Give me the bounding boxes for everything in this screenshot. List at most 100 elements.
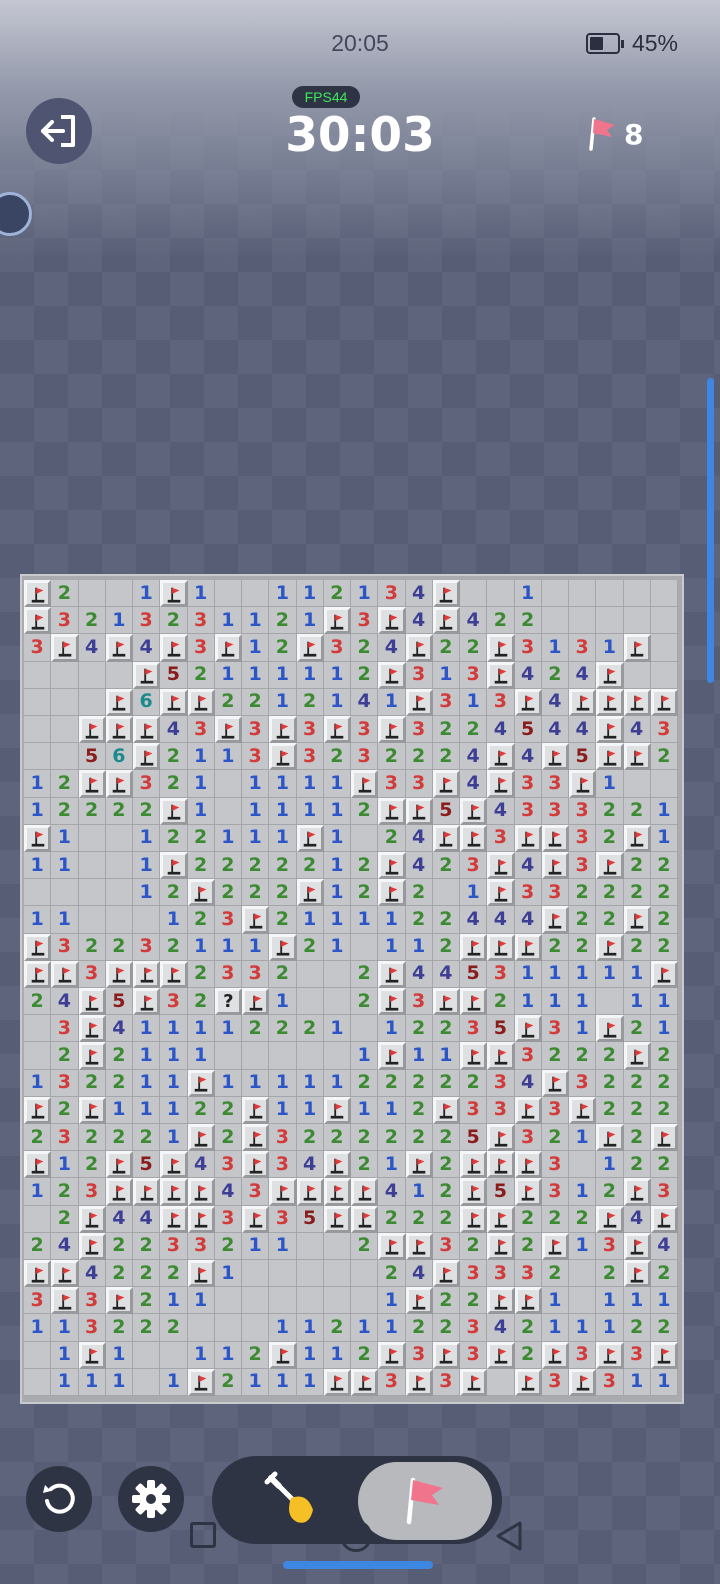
- number-cell[interactable]: 3: [405, 1341, 433, 1369]
- number-cell[interactable]: 3: [460, 661, 488, 689]
- flagged-cell[interactable]: [623, 1232, 651, 1260]
- flagged-cell[interactable]: [487, 770, 515, 798]
- flagged-cell[interactable]: [541, 743, 569, 771]
- number-cell[interactable]: 3: [24, 1287, 52, 1315]
- number-cell[interactable]: 1: [133, 580, 161, 608]
- number-cell[interactable]: 1: [242, 824, 270, 852]
- flagged-cell[interactable]: [105, 1178, 133, 1206]
- number-cell[interactable]: 1: [378, 688, 406, 716]
- flagged-cell[interactable]: [514, 1015, 542, 1043]
- number-cell[interactable]: 2: [269, 852, 297, 880]
- number-cell[interactable]: 2: [160, 770, 188, 798]
- number-cell[interactable]: 1: [105, 1341, 133, 1369]
- empty-cell[interactable]: [269, 1042, 297, 1070]
- number-cell[interactable]: 2: [242, 688, 270, 716]
- number-cell[interactable]: 1: [650, 797, 678, 825]
- flagged-cell[interactable]: [650, 688, 678, 716]
- number-cell[interactable]: 1: [514, 960, 542, 988]
- number-cell[interactable]: 1: [133, 824, 161, 852]
- number-cell[interactable]: 3: [541, 797, 569, 825]
- flagged-cell[interactable]: [487, 1232, 515, 1260]
- empty-cell[interactable]: [351, 933, 379, 961]
- number-cell[interactable]: 1: [596, 1151, 624, 1179]
- number-cell[interactable]: 1: [105, 1096, 133, 1124]
- number-cell[interactable]: 2: [105, 1314, 133, 1342]
- flagged-cell[interactable]: [487, 661, 515, 689]
- number-cell[interactable]: 4: [460, 906, 488, 934]
- flagged-cell[interactable]: [160, 1205, 188, 1233]
- flagged-cell[interactable]: [378, 661, 406, 689]
- flagged-cell[interactable]: [432, 1341, 460, 1369]
- flagged-cell[interactable]: [623, 906, 651, 934]
- number-cell[interactable]: 3: [214, 1151, 242, 1179]
- flagged-cell[interactable]: [405, 797, 433, 825]
- number-cell[interactable]: 2: [569, 879, 597, 907]
- flagged-cell[interactable]: [596, 1341, 624, 1369]
- flagged-cell[interactable]: [323, 607, 351, 635]
- number-cell[interactable]: 1: [105, 607, 133, 635]
- flagged-cell[interactable]: [187, 1260, 215, 1288]
- empty-cell[interactable]: [296, 1287, 324, 1315]
- number-cell[interactable]: 3: [187, 607, 215, 635]
- number-cell[interactable]: 3: [351, 607, 379, 635]
- flagged-cell[interactable]: [623, 1260, 651, 1288]
- number-cell[interactable]: 2: [596, 879, 624, 907]
- flagged-cell[interactable]: [269, 933, 297, 961]
- flagged-cell[interactable]: [405, 634, 433, 662]
- flagged-cell[interactable]: [24, 824, 52, 852]
- empty-cell[interactable]: [78, 580, 106, 608]
- number-cell[interactable]: 3: [596, 1232, 624, 1260]
- empty-cell[interactable]: [78, 879, 106, 907]
- empty-cell[interactable]: [105, 906, 133, 934]
- number-cell[interactable]: 2: [378, 743, 406, 771]
- flagged-cell[interactable]: [623, 688, 651, 716]
- number-cell[interactable]: 1: [269, 1069, 297, 1097]
- number-cell[interactable]: 3: [405, 716, 433, 744]
- number-cell[interactable]: 1: [323, 688, 351, 716]
- number-cell[interactable]: 3: [351, 716, 379, 744]
- flagged-cell[interactable]: [24, 580, 52, 608]
- flagged-cell[interactable]: [405, 688, 433, 716]
- number-cell[interactable]: 2: [596, 824, 624, 852]
- number-cell[interactable]: 1: [242, 1232, 270, 1260]
- number-cell[interactable]: 2: [351, 960, 379, 988]
- number-cell[interactable]: 2: [269, 607, 297, 635]
- number-cell[interactable]: 1: [24, 770, 52, 798]
- number-cell[interactable]: 3: [569, 852, 597, 880]
- empty-cell[interactable]: [296, 988, 324, 1016]
- flagged-cell[interactable]: [296, 634, 324, 662]
- number-cell[interactable]: 2: [432, 1205, 460, 1233]
- flagged-cell[interactable]: [351, 1368, 379, 1396]
- number-cell[interactable]: 2: [487, 607, 515, 635]
- number-cell[interactable]: 4: [569, 716, 597, 744]
- flagged-cell[interactable]: [514, 688, 542, 716]
- flagged-cell[interactable]: [460, 1042, 488, 1070]
- number-cell[interactable]: 3: [51, 1069, 79, 1097]
- empty-cell[interactable]: [569, 580, 597, 608]
- number-cell[interactable]: 4: [405, 960, 433, 988]
- number-cell[interactable]: 1: [214, 1015, 242, 1043]
- number-cell[interactable]: 3: [541, 770, 569, 798]
- number-cell[interactable]: 1: [214, 824, 242, 852]
- number-cell[interactable]: 2: [650, 906, 678, 934]
- number-cell[interactable]: 2: [269, 879, 297, 907]
- number-cell[interactable]: 2: [378, 1124, 406, 1152]
- flagged-cell[interactable]: [487, 1042, 515, 1070]
- number-cell[interactable]: 1: [378, 1287, 406, 1315]
- empty-cell[interactable]: [269, 1287, 297, 1315]
- empty-cell[interactable]: [296, 1232, 324, 1260]
- flagged-cell[interactable]: [133, 988, 161, 1016]
- number-cell[interactable]: 2: [650, 933, 678, 961]
- number-cell[interactable]: 3: [487, 1069, 515, 1097]
- number-cell[interactable]: 2: [541, 933, 569, 961]
- number-cell[interactable]: 2: [105, 933, 133, 961]
- flagged-cell[interactable]: [105, 960, 133, 988]
- number-cell[interactable]: 3: [541, 879, 569, 907]
- number-cell[interactable]: 2: [105, 1069, 133, 1097]
- number-cell[interactable]: 2: [650, 743, 678, 771]
- flagged-cell[interactable]: [323, 1368, 351, 1396]
- number-cell[interactable]: 2: [650, 1042, 678, 1070]
- flagged-cell[interactable]: [596, 852, 624, 880]
- number-cell[interactable]: 2: [378, 1260, 406, 1288]
- number-cell[interactable]: 3: [296, 716, 324, 744]
